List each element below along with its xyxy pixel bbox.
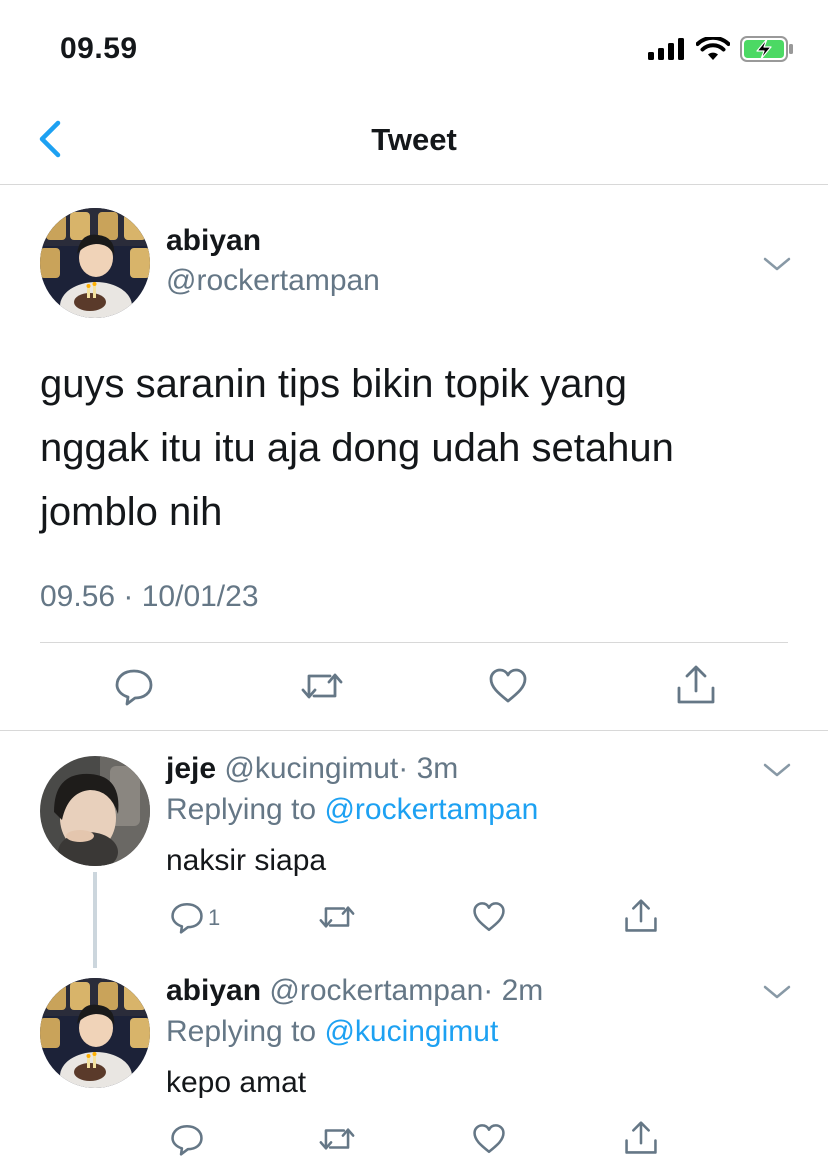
reply-count: 1	[208, 905, 221, 930]
wifi-icon	[696, 37, 730, 60]
status-time: 09.59	[60, 32, 138, 65]
reply-age: · 3m	[398, 752, 459, 785]
tweet-text-line: guys saranin tips bikin topik yang	[40, 362, 627, 406]
reply-button[interactable]	[170, 900, 204, 939]
share-icon	[625, 1121, 657, 1154]
retweet-button[interactable]	[318, 900, 356, 939]
divider	[0, 730, 828, 731]
reply-author[interactable]: jeje @kucingimut· 3m	[166, 752, 458, 786]
reply-author-handle[interactable]: @rockertampan	[269, 974, 483, 1007]
like-icon	[489, 668, 527, 703]
retweet-icon	[301, 673, 343, 699]
reply-author-name[interactable]: jeje	[166, 752, 216, 785]
reply-menu-button[interactable]	[762, 760, 792, 780]
replying-to: Replying to @kucingimut	[166, 1015, 498, 1049]
author-name[interactable]: abiyan	[166, 224, 261, 258]
retweet-button[interactable]	[300, 666, 344, 711]
reply-icon	[171, 1124, 203, 1156]
replying-to-prefix: Replying to	[166, 793, 325, 826]
reply-author-name[interactable]: abiyan	[166, 974, 261, 1007]
like-icon	[473, 902, 505, 932]
tweet-text: guys saranin tips bikin topik yang nggak…	[40, 352, 790, 544]
tweet-timestamp: 09.56 · 10/01/23	[40, 580, 259, 613]
reply-icon	[171, 902, 203, 934]
replying-to-link[interactable]: @rockertampan	[324, 793, 538, 826]
like-button[interactable]	[472, 1122, 506, 1161]
like-icon	[473, 1124, 505, 1154]
chevron-down-icon	[763, 985, 791, 999]
reply-avatar[interactable]	[40, 978, 150, 1088]
share-button[interactable]	[624, 1120, 658, 1161]
author-handle[interactable]: @rockertampan	[166, 264, 380, 298]
tweet-text-line: nggak itu itu aja dong udah setahun	[40, 426, 674, 470]
share-button[interactable]	[676, 664, 716, 711]
replying-to-link[interactable]: @kucingimut	[324, 1015, 498, 1048]
reply-age: · 2m	[483, 974, 544, 1007]
battery-charging-icon	[740, 36, 793, 62]
reply-text: kepo amat	[166, 1066, 307, 1099]
replying-to-prefix: Replying to	[166, 1015, 325, 1048]
reply-menu-button[interactable]	[762, 982, 792, 1002]
replying-to: Replying to @rockertampan	[166, 793, 538, 827]
chevron-down-icon	[763, 257, 791, 271]
share-button[interactable]	[624, 898, 658, 939]
reply-author[interactable]: abiyan @rockertampan· 2m	[166, 974, 543, 1008]
reply-avatar[interactable]	[40, 756, 150, 866]
status-bar: 09.59	[0, 0, 828, 100]
chevron-down-icon	[763, 763, 791, 777]
retweet-icon	[319, 906, 355, 928]
signal-icon	[648, 38, 684, 60]
reply-text: naksir siapa	[166, 844, 327, 877]
thread-line	[93, 872, 97, 968]
tweet-menu-button[interactable]	[762, 254, 792, 274]
reply-icon	[115, 669, 153, 706]
avatar[interactable]	[40, 208, 150, 318]
reply-button[interactable]	[170, 1122, 204, 1161]
retweet-button[interactable]	[318, 1122, 356, 1161]
reply-button[interactable]	[114, 666, 154, 711]
tweet-text-line: jomblo nih	[40, 490, 223, 534]
nav-bar: Tweet	[0, 100, 828, 185]
page-title: Tweet	[371, 122, 457, 157]
like-button[interactable]	[472, 900, 506, 939]
reply-author-handle[interactable]: @kucingimut	[224, 752, 398, 785]
like-button[interactable]	[488, 666, 528, 711]
share-icon	[677, 665, 715, 704]
status-icons	[648, 36, 794, 62]
divider	[40, 642, 788, 643]
share-icon	[625, 899, 657, 932]
retweet-icon	[319, 1128, 355, 1150]
